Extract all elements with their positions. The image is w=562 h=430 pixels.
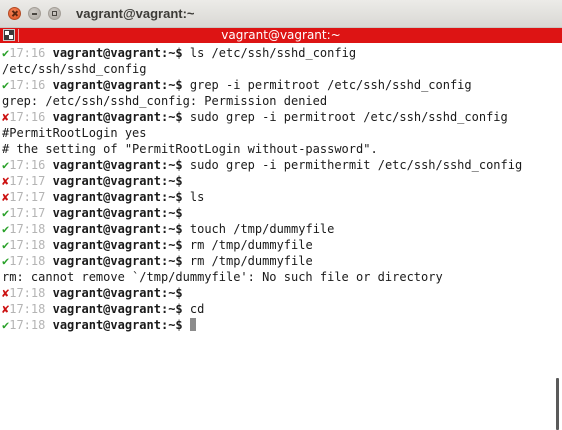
prompt-time: 17:18 <box>9 238 46 252</box>
terminal-window: vagrant@vagrant:~ vagrant@vagrant:~ ✔17:… <box>0 0 562 430</box>
command-text: sudo grep -i permithermit /etc/ssh/sshd_… <box>189 158 523 172</box>
prompt-line: ✘17:18 vagrant@vagrant:~$ <box>2 285 554 301</box>
prompt-user-host: vagrant@vagrant:~$ <box>52 110 183 124</box>
prompt-user-host: vagrant@vagrant:~$ <box>52 78 183 92</box>
prompt-time: 17:18 <box>9 318 46 332</box>
scrollbar-thumb[interactable] <box>556 378 559 430</box>
prompt-time: 17:16 <box>9 46 46 60</box>
prompt-line: ✔17:16 vagrant@vagrant:~$ sudo grep -i p… <box>2 157 554 173</box>
command-text: rm /tmp/dummyfile <box>189 254 313 268</box>
prompt-time: 17:17 <box>9 190 46 204</box>
prompt-user-host: vagrant@vagrant:~$ <box>52 46 183 60</box>
prompt-line: ✔17:16 vagrant@vagrant:~$ ls /etc/ssh/ss… <box>2 45 554 61</box>
close-window-button[interactable] <box>8 7 21 20</box>
prompt-line: ✔17:18 vagrant@vagrant:~$ rm /tmp/dummyf… <box>2 253 554 269</box>
output-line: /etc/ssh/sshd_config <box>2 61 554 77</box>
output-line: rm: cannot remove `/tmp/dummyfile': No s… <box>2 269 554 285</box>
output-text: /etc/ssh/sshd_config <box>2 62 147 76</box>
prompt-user-host: vagrant@vagrant:~$ <box>52 238 183 252</box>
prompt-line: ✘17:16 vagrant@vagrant:~$ sudo grep -i p… <box>2 109 554 125</box>
prompt-user-host: vagrant@vagrant:~$ <box>52 254 183 268</box>
window-title: vagrant@vagrant:~ <box>76 6 195 21</box>
prompt-line: ✔17:16 vagrant@vagrant:~$ grep -i permit… <box>2 77 554 93</box>
tab-title: vagrant@vagrant:~ <box>221 28 341 42</box>
prompt-user-host: vagrant@vagrant:~$ <box>52 158 183 172</box>
minimize-window-button[interactable] <box>28 7 41 20</box>
output-line: grep: /etc/ssh/sshd_config: Permission d… <box>2 93 554 109</box>
prompt-time: 17:18 <box>9 286 46 300</box>
terminal-output[interactable]: ✔17:16 vagrant@vagrant:~$ ls /etc/ssh/ss… <box>2 45 554 333</box>
prompt-time: 17:18 <box>9 302 46 316</box>
prompt-time: 17:16 <box>9 78 46 92</box>
command-text: sudo grep -i permitroot /etc/ssh/sshd_co… <box>189 110 508 124</box>
prompt-time: 17:16 <box>9 110 46 124</box>
prompt-line: ✔17:18 vagrant@vagrant:~$ rm /tmp/dummyf… <box>2 237 554 253</box>
command-text: ls /etc/ssh/sshd_config <box>189 46 357 60</box>
text-cursor[interactable] <box>189 318 196 331</box>
title-bar[interactable]: vagrant@vagrant:~ <box>0 0 562 28</box>
prompt-line: ✔17:18 vagrant@vagrant:~$ <box>2 317 554 333</box>
prompt-user-host: vagrant@vagrant:~$ <box>52 318 183 332</box>
prompt-user-host: vagrant@vagrant:~$ <box>52 222 183 236</box>
prompt-user-host: vagrant@vagrant:~$ <box>52 302 183 316</box>
prompt-line: ✘17:18 vagrant@vagrant:~$ cd <box>2 301 554 317</box>
command-text: cd <box>189 302 205 316</box>
prompt-line: ✘17:17 vagrant@vagrant:~$ ls <box>2 189 554 205</box>
output-text: #PermitRootLogin yes <box>2 126 147 140</box>
prompt-time: 17:17 <box>9 206 46 220</box>
tab-bar[interactable]: vagrant@vagrant:~ <box>0 28 562 43</box>
prompt-time: 17:17 <box>9 174 46 188</box>
prompt-line: ✘17:17 vagrant@vagrant:~$ <box>2 173 554 189</box>
output-line: # the setting of "PermitRootLogin withou… <box>2 141 554 157</box>
prompt-time: 17:18 <box>9 222 46 236</box>
command-text: rm /tmp/dummyfile <box>189 238 313 252</box>
output-text: rm: cannot remove `/tmp/dummyfile': No s… <box>2 270 443 284</box>
prompt-time: 17:16 <box>9 158 46 172</box>
prompt-user-host: vagrant@vagrant:~$ <box>52 174 183 188</box>
output-line: #PermitRootLogin yes <box>2 125 554 141</box>
prompt-line: ✔17:17 vagrant@vagrant:~$ <box>2 205 554 221</box>
prompt-line: ✔17:18 vagrant@vagrant:~$ touch /tmp/dum… <box>2 221 554 237</box>
command-text: touch /tmp/dummyfile <box>189 222 335 236</box>
prompt-user-host: vagrant@vagrant:~$ <box>52 286 183 300</box>
output-text: grep: /etc/ssh/sshd_config: Permission d… <box>2 94 328 108</box>
maximize-window-button[interactable] <box>48 7 61 20</box>
output-text: # the setting of "PermitRootLogin withou… <box>2 142 378 156</box>
prompt-user-host: vagrant@vagrant:~$ <box>52 190 183 204</box>
command-text: ls <box>189 190 205 204</box>
command-text: grep -i permitroot /etc/ssh/sshd_config <box>189 78 472 92</box>
prompt-time: 17:18 <box>9 254 46 268</box>
prompt-user-host: vagrant@vagrant:~$ <box>52 206 183 220</box>
